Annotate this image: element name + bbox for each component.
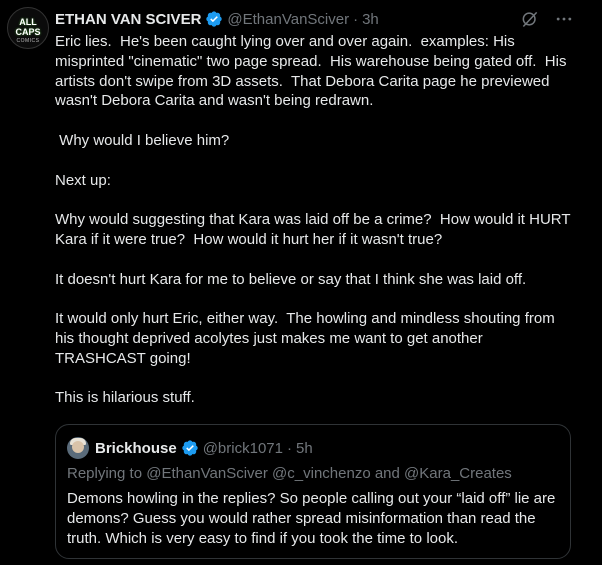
tweet-header: ETHAN VAN SCIVER @EthanVanSciver · 3h	[55, 9, 379, 29]
author-name[interactable]: ETHAN VAN SCIVER	[55, 11, 201, 28]
quoted-author-handle[interactable]: @brick1071	[203, 440, 283, 457]
tweet-paragraph: Next up:	[55, 171, 111, 189]
tweet-actions-top	[506, 9, 574, 29]
author-avatar[interactable]: ALL CAPS COMICS	[7, 7, 49, 49]
separator-dot: ·	[286, 439, 292, 457]
tweet-paragraph: Why would I believe him?	[55, 131, 230, 149]
tweet-body: Eric lies. He's been caught lying over a…	[55, 32, 575, 428]
quoted-author-avatar[interactable]	[67, 437, 89, 459]
tweet-paragraph: Why would suggesting that Kara was laid …	[55, 211, 575, 248]
quoted-tweet-header: Brickhouse @brick1071 · 5h	[67, 437, 313, 459]
quoted-author-name[interactable]: Brickhouse	[95, 440, 177, 457]
grok-icon[interactable]	[520, 9, 540, 29]
avatar-logo-subtext: COMICS	[16, 38, 40, 44]
separator-dot: ·	[353, 10, 359, 28]
tweet-paragraph: It would only hurt Eric, either way. The…	[55, 310, 559, 367]
quoted-tweet[interactable]: Brickhouse @brick1071 · 5h Replying to @…	[55, 424, 571, 559]
tweet-paragraph: This is hilarious stuff.	[55, 389, 195, 407]
tweet-paragraph: It doesn't hurt Kara for me to believe o…	[55, 270, 527, 288]
tweet-timestamp[interactable]: 3h	[362, 11, 379, 28]
tweet-paragraph: Eric lies. He's been caught lying over a…	[55, 33, 571, 110]
avatar-logo-text: ALL CAPS	[15, 17, 41, 37]
author-handle[interactable]: @EthanVanSciver	[227, 11, 349, 28]
verified-badge-icon[interactable]	[181, 439, 199, 457]
more-icon[interactable]	[554, 9, 574, 29]
verified-badge-icon[interactable]	[205, 10, 223, 28]
quoted-tweet-text: Demons howling in the replies? So people…	[67, 490, 556, 547]
replying-to: Replying to @EthanVanSciver @c_vinchenzo…	[67, 465, 512, 482]
quoted-tweet-timestamp[interactable]: 5h	[296, 440, 313, 457]
